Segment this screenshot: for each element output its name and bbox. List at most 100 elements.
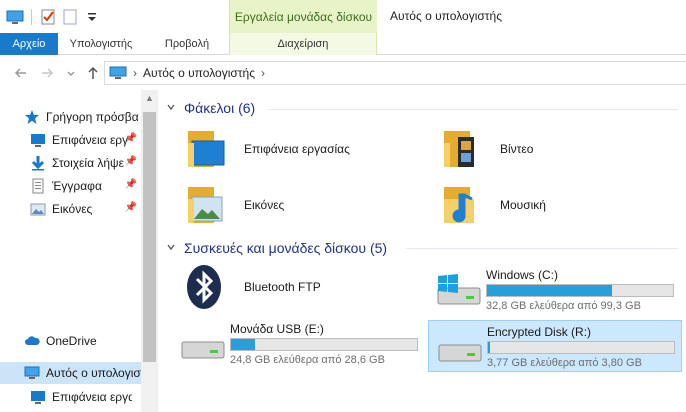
cloud-icon	[24, 333, 40, 349]
drive-usage-fill	[231, 339, 256, 350]
sidebar-item-label: Γρήγορη πρόσβα	[46, 110, 139, 124]
sidebar-item-label: Αυτός ο υπολογισ	[46, 366, 141, 380]
computer-icon	[24, 365, 40, 381]
navigation-bar: › Αυτός ο υπολογιστής ›	[0, 56, 686, 90]
folder-label: Επιφάνεια εργασίας	[244, 142, 350, 156]
group-title: Συσκευές και μονάδες δίσκου (5)	[184, 240, 388, 256]
desktop-icon	[30, 132, 46, 148]
computer-icon	[109, 66, 127, 80]
drive-usage-fill	[487, 285, 612, 296]
windows-drive-icon	[434, 274, 482, 308]
drive-free-space: 3,77 GB ελεύθερα από 3,80 GB	[487, 357, 642, 369]
back-button[interactable]	[12, 64, 30, 82]
pictures-icon	[30, 201, 46, 217]
folder-item-pictures[interactable]: Εικόνες	[182, 180, 284, 230]
folder-label: Εικόνες	[244, 198, 285, 212]
window-title: Αυτός ο υπολογιστής	[390, 9, 502, 23]
desktop-folder-icon	[182, 125, 230, 173]
drive-usage-fill	[488, 342, 490, 353]
desktop-icon	[30, 389, 46, 405]
drive-usage-bar	[230, 338, 418, 351]
breadcrumb-chevron[interactable]: ›	[261, 66, 265, 80]
drive-label: Μονάδα USB (E:)	[230, 322, 324, 336]
drive-free-space: 32,8 GB ελεύθερα από 99,3 GB	[486, 300, 641, 312]
star-icon	[24, 109, 40, 125]
music-folder-icon	[438, 181, 486, 229]
group-header-folders[interactable]: Φάκελοι (6)	[166, 98, 255, 118]
collapse-chevron-icon[interactable]	[166, 242, 176, 255]
properties-icon[interactable]	[39, 8, 57, 26]
breadcrumb-chevron[interactable]: ›	[133, 66, 137, 80]
sidebar-item-label: Επιφάνεια εργασ	[52, 390, 132, 404]
sidebar-item-label: Εικόνες	[52, 202, 93, 216]
document-icon	[30, 178, 46, 194]
tab-view[interactable]: Προβολή	[144, 33, 230, 55]
device-item-bluetooth[interactable]: Bluetooth FTP	[182, 262, 321, 312]
context-tab-header: Εργαλεία μονάδας δίσκου	[229, 0, 377, 33]
bluetooth-icon	[182, 263, 230, 311]
sidebar-item-downloads[interactable]: Στοιχεία λήψε 📌	[0, 152, 141, 174]
drive-item-usb-e[interactable]: Μονάδα USB (E:) 24,8 GB ελεύθερα από 28,…	[172, 318, 422, 370]
drive-icon	[435, 331, 483, 365]
tab-file[interactable]: Αρχείο	[0, 33, 58, 55]
ribbon-tabs: Αρχείο Υπολογιστής Προβολή Διαχείριση	[0, 33, 686, 55]
toolbar-separator	[31, 8, 32, 25]
up-arrow-icon	[88, 66, 98, 79]
drive-usage-bar	[487, 341, 675, 354]
forward-button[interactable]	[38, 64, 56, 82]
sidebar-item-documents[interactable]: Έγγραφα 📌	[0, 175, 141, 197]
sidebar-item-onedrive[interactable]: OneDrive	[0, 330, 141, 352]
chevron-down-icon	[67, 71, 75, 76]
sidebar-item-label: Στοιχεία λήψε	[52, 156, 124, 170]
sidebar-item-label: OneDrive	[46, 334, 97, 348]
nav-scrollbar[interactable]: ▲	[141, 90, 158, 412]
customize-toolbar-icon[interactable]	[83, 8, 101, 26]
scroll-thumb[interactable]	[143, 112, 156, 362]
pin-icon[interactable]: 📌	[125, 202, 137, 213]
sidebar-item-quick-access[interactable]: Γρήγορη πρόσβα	[0, 106, 141, 128]
sidebar-item-desktop-2[interactable]: Επιφάνεια εργασ	[0, 386, 141, 408]
drive-item-encrypted-r[interactable]: Encrypted Disk (R:) 3,77 GB ελεύθερα από…	[428, 320, 682, 372]
group-divider	[406, 248, 678, 249]
drive-label: Encrypted Disk (R:)	[487, 325, 592, 339]
sidebar-item-label: Έγγραφα	[52, 179, 102, 193]
device-label: Bluetooth FTP	[244, 280, 321, 294]
forward-arrow-icon	[42, 68, 54, 78]
navigation-pane: Γρήγορη πρόσβα Επιφάνεια εργ 📌 Στοιχεία …	[0, 90, 141, 412]
address-bar[interactable]: › Αυτός ο υπολογιστής ›	[104, 61, 686, 85]
back-arrow-icon	[14, 68, 26, 78]
folder-item-videos[interactable]: Βίντεο	[438, 124, 533, 174]
new-folder-icon[interactable]	[61, 8, 79, 26]
recent-locations-button[interactable]	[62, 64, 80, 82]
pin-icon[interactable]: 📌	[125, 179, 137, 190]
quick-access-toolbar	[0, 0, 229, 33]
drive-item-windows-c[interactable]: Windows (C:) 32,8 GB ελεύθερα από 99,3 G…	[428, 264, 678, 316]
breadcrumb-this-pc[interactable]: Αυτός ο υπολογιστής	[143, 66, 255, 80]
sidebar-item-pictures[interactable]: Εικόνες 📌	[0, 198, 141, 220]
pin-icon[interactable]: 📌	[125, 133, 137, 144]
folder-label: Βίντεο	[500, 142, 534, 156]
up-button[interactable]	[84, 64, 102, 82]
group-header-devices[interactable]: Συσκευές και μονάδες δίσκου (5)	[166, 238, 387, 258]
folder-label: Μουσική	[500, 198, 546, 212]
group-title: Φάκελοι (6)	[184, 100, 256, 116]
scroll-up-icon[interactable]: ▲	[141, 90, 158, 107]
content-pane: Φάκελοι (6) Επιφάνεια εργασίας Βίντεο Ει…	[158, 90, 686, 412]
pictures-folder-icon	[182, 181, 230, 229]
drive-label: Windows (C:)	[486, 268, 559, 282]
sidebar-item-label: Επιφάνεια εργ	[52, 133, 129, 147]
drive-free-space: 24,8 GB ελεύθερα από 28,6 GB	[230, 354, 385, 366]
computer-icon	[6, 8, 24, 26]
tab-manage[interactable]: Διαχείριση	[229, 33, 377, 55]
sidebar-item-this-pc[interactable]: Αυτός ο υπολογισ	[0, 362, 141, 384]
collapse-chevron-icon[interactable]	[166, 102, 176, 115]
folder-item-desktop[interactable]: Επιφάνεια εργασίας	[182, 124, 350, 174]
folder-item-music[interactable]: Μουσική	[438, 180, 546, 230]
pin-icon[interactable]: 📌	[125, 156, 137, 167]
sidebar-item-desktop[interactable]: Επιφάνεια εργ 📌	[0, 129, 141, 151]
download-icon	[30, 155, 46, 171]
usb-drive-icon	[178, 328, 226, 362]
group-divider	[268, 109, 678, 110]
drive-usage-bar	[486, 284, 674, 297]
tab-computer[interactable]: Υπολογιστής	[58, 33, 144, 55]
